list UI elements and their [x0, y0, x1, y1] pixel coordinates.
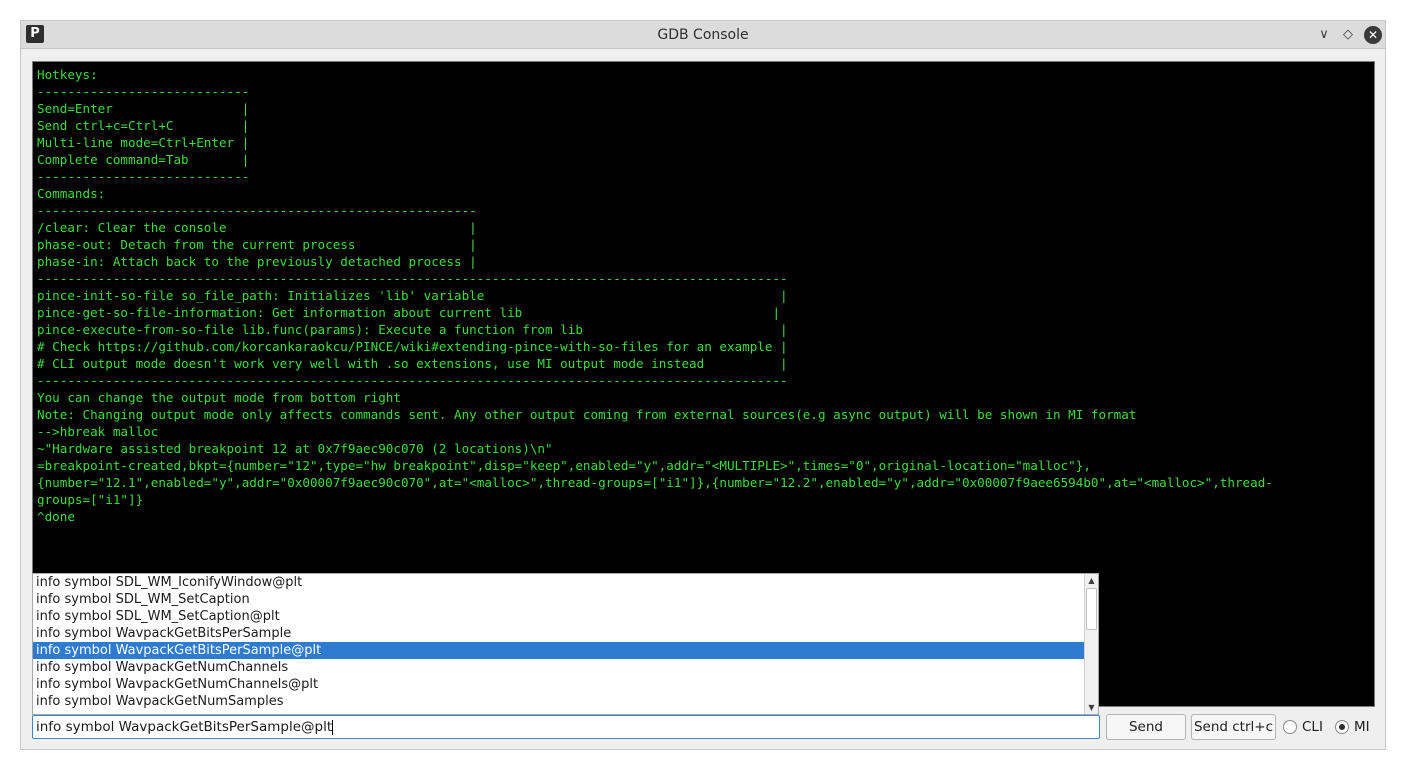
scroll-thumb[interactable]: [1086, 588, 1097, 630]
console-lines: Hotkeys: ---------------------------- Send…: [37, 66, 1273, 525]
text-caret: [332, 719, 334, 735]
command-input[interactable]: info symbol WavpackGetBitsPerSample@plt: [32, 715, 1100, 739]
console-line: -->hbreak malloc: [37, 424, 159, 439]
console-line: ----------------------------------------…: [37, 271, 788, 286]
cli-radio[interactable]: [1283, 720, 1297, 734]
console-line: pince-init-so-file so_file_path: Initial…: [37, 288, 788, 303]
completion-item[interactable]: info symbol WavpackGetBitsPerSample: [33, 625, 1098, 642]
console-line: phase-out: Detach from the current proce…: [37, 237, 477, 252]
completion-list[interactable]: info symbol SDL_WM_IconifyWindow@plt info…: [32, 573, 1099, 715]
title-bar: P GDB Console ∨ ◇ ✕: [21, 21, 1385, 49]
console-line: Send ctrl+c=Ctrl+C |: [37, 118, 250, 133]
scroll-down-icon[interactable]: ▼: [1085, 701, 1098, 714]
gdb-console-window: P GDB Console ∨ ◇ ✕ Hotkeys: ------------…: [20, 20, 1386, 750]
cli-radio-label[interactable]: CLI: [1302, 718, 1323, 736]
console-line: Complete command=Tab |: [37, 152, 250, 167]
window-title: GDB Console: [657, 27, 749, 43]
console-line: pince-get-so-file-information: Get infor…: [37, 305, 781, 320]
console-line: ----------------------------------------…: [37, 203, 477, 218]
completion-item[interactable]: info symbol SDL_WM_SetCaption@plt: [33, 608, 1098, 625]
console-line: groups=["i1"]}: [37, 492, 144, 507]
completion-scrollbar[interactable]: ▲ ▼: [1084, 574, 1098, 714]
console-line: Commands:: [37, 186, 106, 201]
console-line: /clear: Clear the console |: [37, 220, 477, 235]
mi-radio[interactable]: [1335, 720, 1349, 734]
console-line: # Check https://github.com/korcankaraokc…: [37, 339, 788, 354]
console-line: =breakpoint-created,bkpt={number="12",ty…: [37, 458, 1091, 473]
completion-item[interactable]: info symbol WavpackGetBitsPerSample@plt: [33, 642, 1098, 659]
console-line: Hotkeys:: [37, 67, 98, 82]
console-line: ^done: [37, 509, 75, 524]
completion-item[interactable]: info symbol WavpackGetNumChannels: [33, 659, 1098, 676]
command-input-value: info symbol WavpackGetBitsPerSample@plt: [36, 719, 333, 735]
send-button[interactable]: Send: [1106, 714, 1186, 740]
console-line: ----------------------------: [37, 84, 250, 99]
console-line: Note: Changing output mode only affects …: [37, 407, 1137, 422]
console-line: You can change the output mode from bott…: [37, 390, 401, 405]
completion-item[interactable]: info symbol WavpackGetNumChannels@plt: [33, 676, 1098, 693]
completion-item[interactable]: info symbol SDL_WM_SetCaption: [33, 591, 1098, 608]
console-line: # CLI output mode doesn't work very well…: [37, 356, 788, 371]
console-line: phase-in: Attach back to the previously …: [37, 254, 477, 269]
completion-items: info symbol SDL_WM_IconifyWindow@plt info…: [33, 574, 1098, 710]
console-line: ----------------------------: [37, 169, 250, 184]
console-line: {number="12.1",enabled="y",addr="0x00007…: [37, 475, 1273, 490]
mi-radio-label[interactable]: MI: [1354, 718, 1370, 736]
close-icon[interactable]: ✕: [1364, 26, 1382, 44]
console-line: ~"Hardware assisted breakpoint 12 at 0x7…: [37, 441, 553, 456]
maximize-icon[interactable]: ◇: [1339, 26, 1357, 44]
console-line: Multi-line mode=Ctrl+Enter |: [37, 135, 250, 150]
scroll-up-icon[interactable]: ▲: [1085, 574, 1098, 587]
minimize-icon[interactable]: ∨: [1315, 26, 1333, 44]
console-line: Send=Enter |: [37, 101, 250, 116]
console-line: pince-execute-from-so-file lib.func(para…: [37, 322, 788, 337]
radio-selected-dot: [1339, 724, 1345, 730]
console-line: ----------------------------------------…: [37, 373, 788, 388]
send-ctrl-c-button[interactable]: Send ctrl+c: [1191, 714, 1276, 740]
completion-item[interactable]: info symbol WavpackGetNumSamples: [33, 693, 1098, 710]
completion-item[interactable]: info symbol SDL_WM_IconifyWindow@plt: [33, 574, 1098, 591]
